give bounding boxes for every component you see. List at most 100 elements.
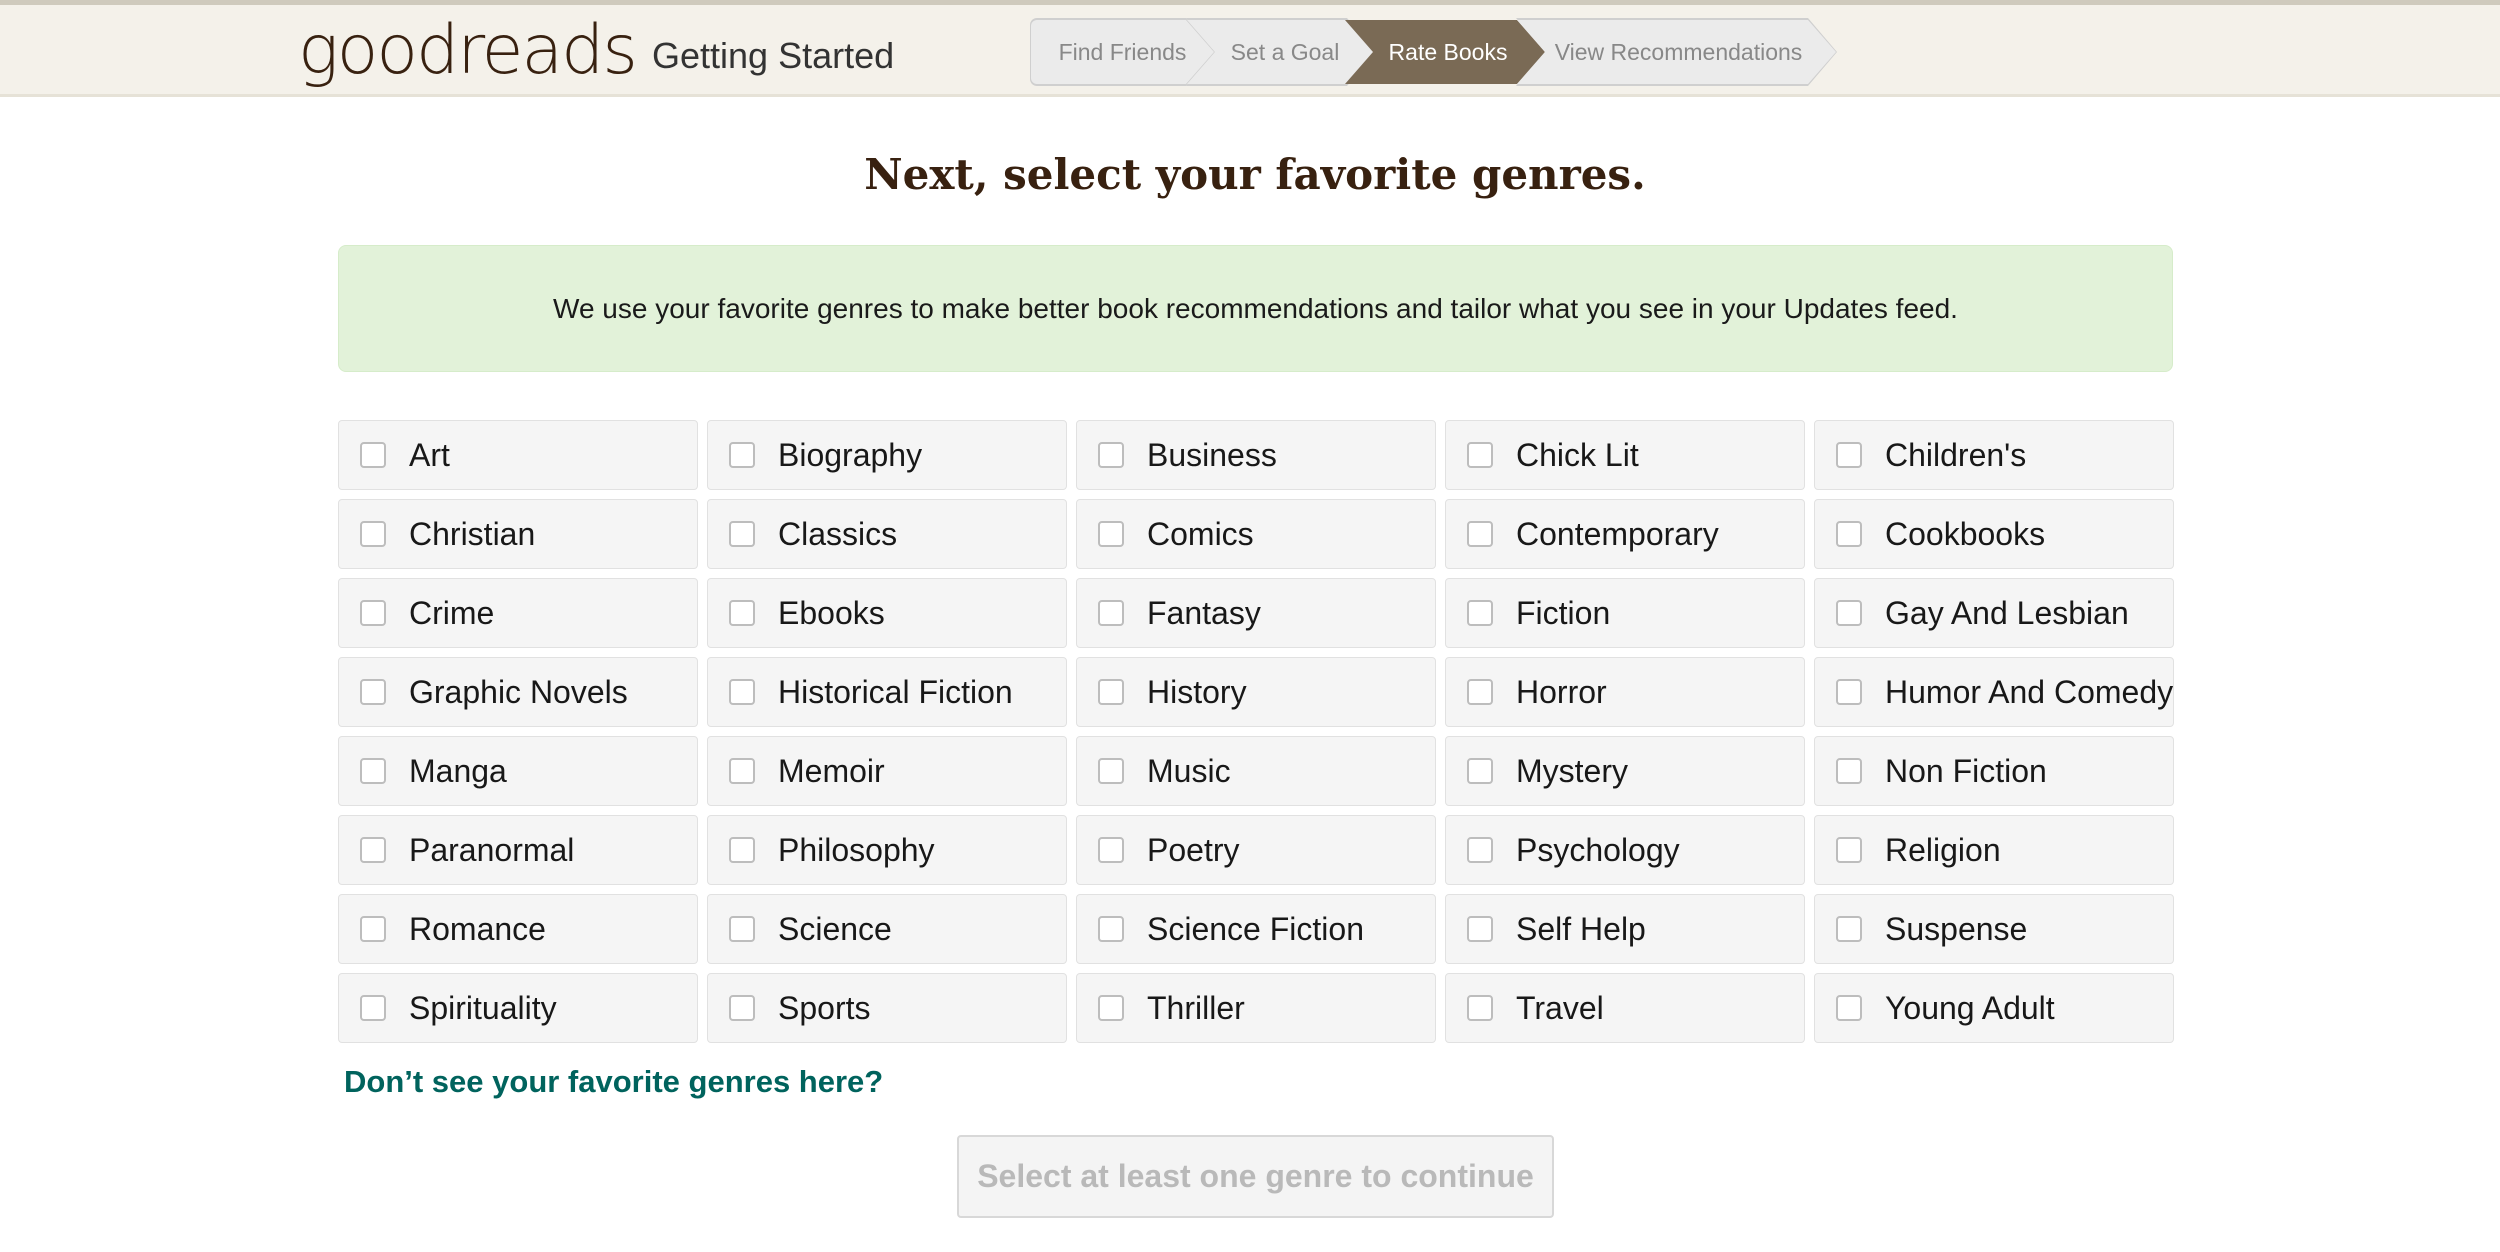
genre-option[interactable]: Paranormal xyxy=(338,815,698,885)
genre-checkbox[interactable] xyxy=(1836,758,1862,784)
genre-option[interactable]: Horror xyxy=(1445,657,1805,727)
genre-option[interactable]: Poetry xyxy=(1076,815,1436,885)
genre-checkbox[interactable] xyxy=(1836,916,1862,942)
genre-checkbox[interactable] xyxy=(360,679,386,705)
genre-label: Spirituality xyxy=(409,989,557,1026)
genre-option[interactable]: Philosophy xyxy=(707,815,1067,885)
genre-option[interactable]: Children's xyxy=(1814,420,2174,490)
genre-option[interactable]: Contemporary xyxy=(1445,499,1805,569)
genre-option[interactable]: Historical Fiction xyxy=(707,657,1067,727)
genre-checkbox[interactable] xyxy=(360,995,386,1021)
genres-headline: Next, select your favorite genres. xyxy=(864,150,1646,199)
genre-checkbox[interactable] xyxy=(1098,442,1124,468)
genre-checkbox[interactable] xyxy=(360,916,386,942)
genre-checkbox[interactable] xyxy=(360,600,386,626)
genre-option[interactable]: Humor And Comedy xyxy=(1814,657,2174,727)
genre-option[interactable]: Science xyxy=(707,894,1067,964)
genre-label: Humor And Comedy xyxy=(1885,673,2174,710)
genre-checkbox[interactable] xyxy=(729,916,755,942)
genre-label: Manga xyxy=(409,752,507,789)
genre-checkbox[interactable] xyxy=(1467,758,1493,784)
genre-option[interactable]: Spirituality xyxy=(338,973,698,1043)
genre-option[interactable]: Sports xyxy=(707,973,1067,1043)
genre-checkbox[interactable] xyxy=(1098,679,1124,705)
genre-option[interactable]: Romance xyxy=(338,894,698,964)
genre-option[interactable]: Fantasy xyxy=(1076,578,1436,648)
genre-option[interactable]: Fiction xyxy=(1445,578,1805,648)
continue-button[interactable]: Select at least one genre to continue xyxy=(957,1135,1554,1218)
genre-option[interactable]: Psychology xyxy=(1445,815,1805,885)
genre-checkbox[interactable] xyxy=(1467,442,1493,468)
genre-option[interactable]: Comics xyxy=(1076,499,1436,569)
genre-checkbox[interactable] xyxy=(1098,995,1124,1021)
genre-checkbox[interactable] xyxy=(1836,600,1862,626)
genre-option[interactable]: Cookbooks xyxy=(1814,499,2174,569)
genre-option[interactable]: Business xyxy=(1076,420,1436,490)
goodreads-logo[interactable]: goodreads xyxy=(298,11,638,91)
genre-option[interactable]: Gay And Lesbian xyxy=(1814,578,2174,648)
genre-checkbox[interactable] xyxy=(1836,442,1862,468)
genre-checkbox[interactable] xyxy=(1836,837,1862,863)
genre-label: Mystery xyxy=(1516,752,1628,789)
genre-checkbox[interactable] xyxy=(1467,995,1493,1021)
genre-checkbox[interactable] xyxy=(360,442,386,468)
genre-option[interactable]: Thriller xyxy=(1076,973,1436,1043)
genre-option[interactable]: Suspense xyxy=(1814,894,2174,964)
genre-option[interactable]: Religion xyxy=(1814,815,2174,885)
genre-label: Thriller xyxy=(1147,989,1245,1026)
genre-checkbox[interactable] xyxy=(729,758,755,784)
genre-label: Contemporary xyxy=(1516,515,1719,552)
genre-checkbox[interactable] xyxy=(729,837,755,863)
genre-checkbox[interactable] xyxy=(1467,916,1493,942)
step-set-goal: Set a Goal xyxy=(1187,20,1375,84)
genre-option[interactable]: Non Fiction xyxy=(1814,736,2174,806)
genre-checkbox[interactable] xyxy=(729,995,755,1021)
genre-checkbox[interactable] xyxy=(360,521,386,547)
genre-label: Romance xyxy=(409,910,546,947)
genre-checkbox[interactable] xyxy=(1836,521,1862,547)
genre-checkbox[interactable] xyxy=(1098,837,1124,863)
genre-checkbox[interactable] xyxy=(729,442,755,468)
genre-checkbox[interactable] xyxy=(1836,995,1862,1021)
genre-checkbox[interactable] xyxy=(1098,916,1124,942)
genre-label: Non Fiction xyxy=(1885,752,2047,789)
genre-label: Science Fiction xyxy=(1147,910,1364,947)
genre-checkbox[interactable] xyxy=(729,521,755,547)
genre-label: Young Adult xyxy=(1885,989,2055,1026)
genre-option[interactable]: History xyxy=(1076,657,1436,727)
genre-checkbox[interactable] xyxy=(1467,837,1493,863)
genre-checkbox[interactable] xyxy=(1467,521,1493,547)
genre-checkbox[interactable] xyxy=(1467,679,1493,705)
genre-option[interactable]: Christian xyxy=(338,499,698,569)
genre-option[interactable]: Chick Lit xyxy=(1445,420,1805,490)
genre-option[interactable]: Music xyxy=(1076,736,1436,806)
genre-option[interactable]: Ebooks xyxy=(707,578,1067,648)
genre-option[interactable]: Memoir xyxy=(707,736,1067,806)
genre-label: Business xyxy=(1147,436,1277,473)
genre-checkbox[interactable] xyxy=(1836,679,1862,705)
genre-option[interactable]: Graphic Novels xyxy=(338,657,698,727)
genre-checkbox[interactable] xyxy=(1098,521,1124,547)
genre-checkbox[interactable] xyxy=(1098,758,1124,784)
genre-option[interactable]: Self Help xyxy=(1445,894,1805,964)
genre-option[interactable]: Crime xyxy=(338,578,698,648)
genre-option[interactable]: Classics xyxy=(707,499,1067,569)
genre-option[interactable]: Manga xyxy=(338,736,698,806)
genre-checkbox[interactable] xyxy=(1098,600,1124,626)
genre-option[interactable]: Young Adult xyxy=(1814,973,2174,1043)
genre-option[interactable]: Mystery xyxy=(1445,736,1805,806)
site-header: goodreads Getting Started Find Friends S… xyxy=(0,5,2500,97)
genre-option[interactable]: Art xyxy=(338,420,698,490)
genre-label: Science xyxy=(778,910,892,947)
more-genres-link[interactable]: Don’t see your favorite genres here? xyxy=(344,1064,883,1100)
genre-checkbox[interactable] xyxy=(1467,600,1493,626)
genre-option[interactable]: Science Fiction xyxy=(1076,894,1436,964)
genre-checkbox[interactable] xyxy=(729,600,755,626)
genre-label: Chick Lit xyxy=(1516,436,1639,473)
genre-checkbox[interactable] xyxy=(360,837,386,863)
genre-checkbox[interactable] xyxy=(360,758,386,784)
genre-checkbox[interactable] xyxy=(729,679,755,705)
genre-option[interactable]: Travel xyxy=(1445,973,1805,1043)
genre-label: Fantasy xyxy=(1147,594,1261,631)
genre-option[interactable]: Biography xyxy=(707,420,1067,490)
